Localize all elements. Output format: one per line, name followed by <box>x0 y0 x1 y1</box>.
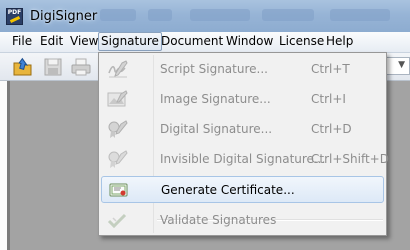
save-icon[interactable] <box>42 56 64 78</box>
menu-item-label: Image Signature... <box>160 92 271 106</box>
menu-item-shortcut: Ctrl+T <box>311 62 350 76</box>
script-signature-icon <box>107 59 129 80</box>
menu-signature[interactable]: Signature <box>98 32 162 51</box>
open-folder-icon[interactable] <box>12 56 34 78</box>
menu-item-validate-signatures[interactable]: Validate Signatures <box>101 207 384 234</box>
menu-item-shortcut: Ctrl+Shift+D <box>311 152 389 166</box>
menu-item-label: Validate Signatures <box>160 213 277 227</box>
menu-window[interactable]: Window <box>224 33 275 50</box>
blurred-title-text <box>330 9 390 21</box>
validate-checkmark-icon <box>107 210 129 231</box>
menu-document[interactable]: Document <box>159 33 225 50</box>
menu-item-label: Generate Certificate... <box>161 183 295 197</box>
certificate-icon <box>108 180 130 201</box>
menu-item-image-signature[interactable]: Image Signature... Ctrl+I <box>101 86 384 113</box>
menu-license[interactable]: License <box>277 33 326 50</box>
menu-item-digital-signature[interactable]: Digital Signature... Ctrl+D <box>101 116 384 143</box>
menu-edit[interactable]: Edit <box>38 33 65 50</box>
menu-item-label: Digital Signature... <box>160 122 273 136</box>
menu-item-label: Invisible Digital Signature... <box>160 152 326 166</box>
blurred-title-text <box>148 9 172 21</box>
menu-item-invisible-digital-signature[interactable]: Invisible Digital Signature... Ctrl+Shif… <box>101 146 389 173</box>
app-logo-icon: PDF <box>6 8 23 25</box>
blurred-title-text <box>100 9 136 21</box>
digital-signature-icon <box>107 119 129 140</box>
chevron-down-icon: ▼ <box>398 60 405 70</box>
title-bar: PDF DigiSigner <box>0 0 410 32</box>
menu-bar: File Edit View Signature Document Window… <box>0 32 410 53</box>
window-title: DigiSigner <box>30 9 98 24</box>
menu-item-shortcut: Ctrl+D <box>311 122 352 136</box>
workspace-edge <box>0 81 7 250</box>
print-icon[interactable] <box>70 56 92 78</box>
menu-help[interactable]: Help <box>324 33 355 50</box>
menu-item-generate-certificate[interactable]: Generate Certificate... <box>101 176 384 203</box>
blurred-title-text <box>262 9 314 21</box>
menu-item-shortcut: Ctrl+I <box>311 92 346 106</box>
menu-view[interactable]: View <box>68 33 100 50</box>
image-signature-icon <box>107 89 129 110</box>
workspace-edge-shadow <box>7 81 10 250</box>
menu-item-label: Script Signature... <box>160 62 268 76</box>
menu-file[interactable]: File <box>10 33 34 50</box>
invisible-signature-icon <box>107 149 129 170</box>
menu-item-script-signature[interactable]: Script Signature... Ctrl+T <box>101 56 384 83</box>
blurred-title-text <box>190 9 250 21</box>
signature-menu: Script Signature... Ctrl+T Image Signatu… <box>98 52 389 236</box>
